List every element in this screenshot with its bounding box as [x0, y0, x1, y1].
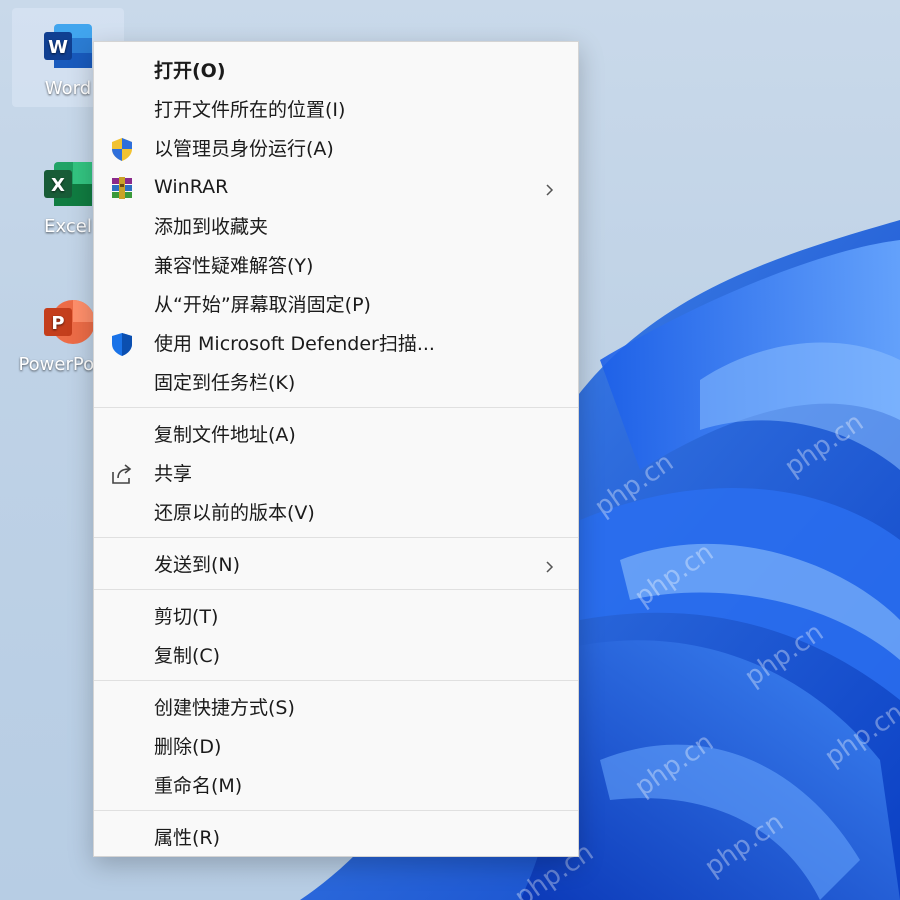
menu-separator: [94, 810, 578, 811]
menu-item[interactable]: 删除(D): [94, 726, 578, 765]
menu-item[interactable]: 以管理员身份运行(A): [94, 128, 578, 167]
menu-item-label: 重命名(M): [154, 775, 243, 797]
menu-item-label: 复制(C): [154, 645, 221, 667]
menu-separator: [94, 537, 578, 538]
menu-item[interactable]: 还原以前的版本(V): [94, 492, 578, 531]
menu-item[interactable]: 添加到收藏夹: [94, 206, 578, 245]
menu-item-label: 删除(D): [154, 736, 222, 758]
defender-shield-icon: [109, 331, 135, 357]
share-icon: [109, 461, 135, 487]
menu-item[interactable]: 打开文件所在的位置(I): [94, 89, 578, 128]
menu-item-label: 兼容性疑难解答(Y): [154, 255, 314, 277]
menu-item-label: 属性(R): [154, 827, 221, 849]
menu-item-label: 以管理员身份运行(A): [154, 138, 334, 160]
menu-item-label: WinRAR: [154, 175, 229, 198]
powerpoint-app-icon: P: [40, 294, 96, 350]
menu-item[interactable]: 兼容性疑难解答(Y): [94, 245, 578, 284]
menu-item-label: 从“开始”屏幕取消固定(P): [154, 294, 371, 316]
menu-item[interactable]: 剪切(T): [94, 596, 578, 635]
menu-separator: [94, 407, 578, 408]
menu-item[interactable]: 创建快捷方式(S): [94, 687, 578, 726]
svg-text:W: W: [48, 37, 68, 58]
svg-text:P: P: [51, 313, 64, 334]
menu-item-label: 打开文件所在的位置(I): [154, 99, 346, 121]
menu-item-label: 剪切(T): [154, 606, 219, 628]
menu-item-label: 复制文件地址(A): [154, 424, 296, 446]
chevron-right-icon: [542, 180, 556, 196]
menu-item[interactable]: 发送到(N): [94, 544, 578, 583]
menu-item-label: 共享: [154, 463, 193, 485]
winrar-icon: [109, 175, 135, 201]
menu-item-label: 使用 Microsoft Defender扫描...: [154, 333, 435, 355]
uac-shield-icon: [109, 136, 135, 162]
svg-text:X: X: [51, 175, 65, 196]
menu-item-label: 添加到收藏夹: [154, 216, 269, 238]
context-menu: 打开(O) 打开文件所在的位置(I) 以管理员身份运行(A) WinRAR 添加到收藏夹…: [93, 41, 579, 857]
menu-item[interactable]: 使用 Microsoft Defender扫描...: [94, 323, 578, 362]
word-app-icon: W: [40, 18, 96, 74]
excel-app-icon: X: [40, 156, 96, 212]
menu-separator: [94, 589, 578, 590]
menu-item[interactable]: 打开(O): [94, 50, 578, 89]
menu-item[interactable]: 从“开始”屏幕取消固定(P): [94, 284, 578, 323]
menu-item-label: 打开(O): [154, 60, 226, 82]
menu-item[interactable]: 固定到任务栏(K): [94, 362, 578, 401]
menu-item[interactable]: 重命名(M): [94, 765, 578, 804]
menu-item-label: 创建快捷方式(S): [154, 697, 295, 719]
chevron-right-icon: [542, 557, 556, 573]
menu-item-label: 发送到(N): [154, 554, 241, 576]
menu-item-label: 固定到任务栏(K): [154, 372, 296, 394]
menu-separator: [94, 680, 578, 681]
menu-item[interactable]: 属性(R): [94, 817, 578, 856]
menu-item[interactable]: WinRAR: [94, 167, 578, 206]
menu-item-label: 还原以前的版本(V): [154, 502, 315, 524]
menu-item[interactable]: 共享: [94, 453, 578, 492]
menu-item[interactable]: 复制文件地址(A): [94, 414, 578, 453]
menu-item[interactable]: 复制(C): [94, 635, 578, 674]
